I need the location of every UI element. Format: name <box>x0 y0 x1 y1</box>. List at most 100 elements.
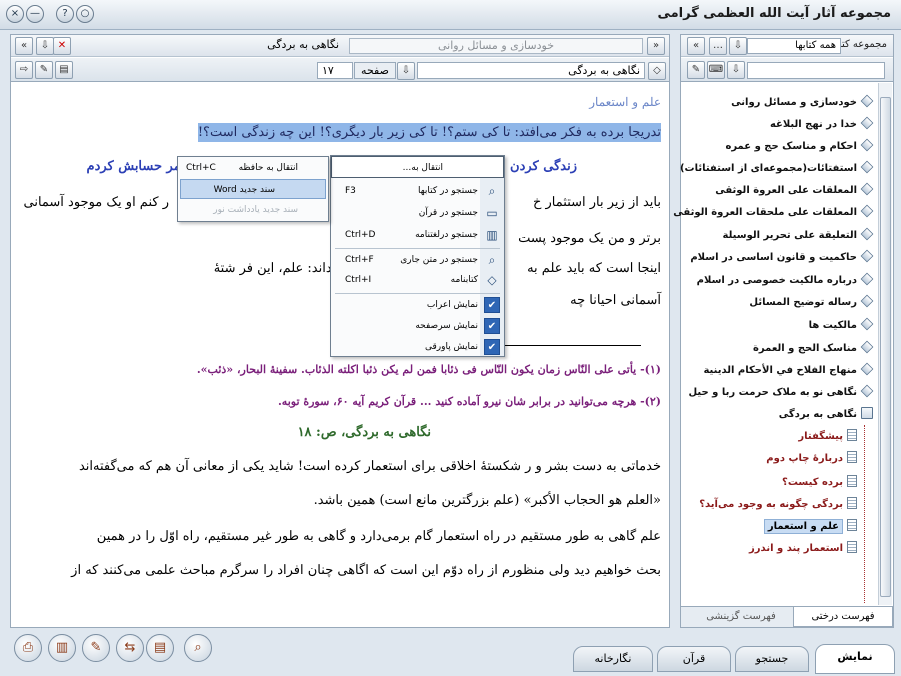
collapse-arrows-icon[interactable]: « <box>15 37 33 55</box>
layout-icon[interactable]: ▤ <box>55 61 73 79</box>
window-controls: × — ? ○ <box>6 5 94 23</box>
document-toolbar: ⇨ ✎ ▤ ۱۷ صفحه ⇩ نگاهی به بردگی ◇ <box>11 58 669 82</box>
menu-item-find-in-text[interactable]: ⌕ جستجو در متن جاری Ctrl+F <box>331 249 504 271</box>
book-icon <box>860 362 874 376</box>
minimize-icon[interactable]: — <box>26 5 44 23</box>
menu-item-move-to[interactable]: انتقال به... <box>331 156 504 178</box>
down-arrow-icon[interactable]: ⇩ <box>36 37 54 55</box>
note-icon[interactable]: ✎ <box>82 634 110 662</box>
text-line: باید از زیر بار استثمار خ <box>533 195 661 210</box>
text-line: آسمانی احیانا چه <box>570 293 661 308</box>
tree-child-item[interactable]: دربارهٔ چاپ دوم <box>766 449 857 469</box>
book-name-field[interactable]: نگاهی به بردگی <box>417 62 645 79</box>
tab-tree-index[interactable]: فهرست درختی <box>793 607 893 627</box>
menu-item-search-quran[interactable]: ▭ جستجو در قرآن <box>331 202 504 224</box>
section-heading: علم و استعمار <box>589 95 661 109</box>
tab-display[interactable]: نمایش <box>815 644 895 674</box>
book-icon <box>860 340 874 354</box>
print-icon[interactable]: ⎙ <box>14 634 42 662</box>
tools-icon[interactable]: ✎ <box>35 61 53 79</box>
tab-quran[interactable]: قرآن <box>657 646 731 672</box>
expand-arrows-icon[interactable]: » <box>647 37 665 55</box>
tree-item[interactable]: منهاج الفلاح في الأحكام الدينية <box>703 361 874 381</box>
tree-item[interactable]: استفتائات(مجموعه‌ای از استفتائات) <box>680 159 874 179</box>
page-number-input[interactable]: ۱۷ <box>317 62 353 79</box>
tree-item[interactable]: نگاهی نو به ملاک حرمت ربا و حیل <box>688 383 874 403</box>
tab-search[interactable]: جستجو <box>735 646 809 672</box>
menu-item-bibliography[interactable]: ◇ کتابنامه Ctrl+I <box>331 269 504 291</box>
book-icon <box>860 160 874 174</box>
tree-item[interactable]: رساله توضیح المسائل <box>749 293 874 313</box>
submenu-item-copy[interactable]: انتقال به حافظه Ctrl+C <box>180 158 326 178</box>
category-path: خودسازی و مسائل روانی <box>349 38 643 54</box>
document-icon <box>847 497 857 509</box>
settings-icon[interactable]: ○ <box>76 5 94 23</box>
menu-item-show-footnote[interactable]: ✔ نمایش پاورقی <box>331 336 504 358</box>
menu-item-show-diacritics[interactable]: ✔ نمایش اعراب <box>331 294 504 316</box>
tree-item[interactable]: المعلقات علی ملحقات العروة الوثقی <box>673 203 874 223</box>
submenu-item-new-note[interactable]: سند جدید یادداشت نور <box>180 200 326 220</box>
down-arrow-icon[interactable]: ⇩ <box>729 37 747 55</box>
tree-scrollbar[interactable] <box>878 83 892 605</box>
tree-item[interactable]: درباره مالکیت خصوصی در اسلام <box>697 271 874 291</box>
close-icon[interactable]: × <box>6 5 24 23</box>
tag-icon[interactable]: ◇ <box>648 62 666 80</box>
tree-child-item-selected[interactable]: علم و استعمار <box>763 517 857 537</box>
quran-icon: ▭ <box>486 206 498 220</box>
book-icon <box>860 272 874 286</box>
find-icon: ⌕ <box>488 253 496 267</box>
keyboard-icon[interactable]: ⌨ <box>707 61 725 79</box>
more-icon[interactable]: … <box>709 37 727 55</box>
document-icon <box>847 451 857 463</box>
tree-child-item[interactable]: استعمار پند و اندرز <box>749 539 857 559</box>
close-doc-icon[interactable]: ✕ <box>53 37 71 55</box>
tab-selective-index[interactable]: فهرست گزینشی <box>691 607 791 627</box>
search-icon: ⌕ <box>488 184 496 198</box>
tree-child-item[interactable]: برده کیست؟ <box>782 473 857 493</box>
tree-search-input[interactable] <box>747 62 885 79</box>
down-arrow-icon[interactable]: ⇩ <box>397 62 415 80</box>
tree-item[interactable]: مالکیت ها <box>809 316 874 336</box>
main-tabs: نمایش جستجو قرآن نگارخانه <box>350 644 901 676</box>
menu-item-search-dictionary[interactable]: ▥ جستجو درلغتنامه Ctrl+D <box>331 224 504 246</box>
down-arrow-icon[interactable]: ⇩ <box>727 61 745 79</box>
tree-item[interactable]: احکام و مناسک حج و عمره <box>725 137 874 157</box>
tab-gallery[interactable]: نگارخانه <box>573 646 653 672</box>
book-icon <box>860 294 874 308</box>
tree-item[interactable]: التعلیقة علی تحریر الوسیلة <box>723 226 874 246</box>
page-reference: نگاهی به بردگی، ص: ۱۸ <box>297 425 431 440</box>
books-icon[interactable]: ▥ <box>48 634 76 662</box>
tree-child-item[interactable]: بردگی چگونه به وجود می‌آید؟ <box>699 495 857 515</box>
tree-child-item[interactable]: پیشگفتار <box>798 427 857 447</box>
document-title: نگاهی به بردگی <box>267 38 339 51</box>
tree-tabs: فهرست درختی فهرست گزینشی <box>681 606 893 627</box>
selected-text[interactable]: تدریجا برده به فکر می‌افتد: تا کی ستم؟! … <box>197 123 661 142</box>
book-filter-dropdown[interactable]: همه کتابها <box>747 38 841 54</box>
title-bar: مجموعه آثار آیت الله العظمی گرامی × — ? … <box>0 0 901 30</box>
scroll-thumb[interactable] <box>880 97 891 597</box>
tree-item[interactable]: خودسازی و مسائل روانی <box>731 93 874 113</box>
tree-item[interactable]: حاکمیت و قانون اساسی در اسلام <box>690 248 874 268</box>
menu-item-show-header[interactable]: ✔ نمایش سرصفحه <box>331 315 504 337</box>
document-icon <box>847 475 857 487</box>
tree-item[interactable]: خدا در نهج البلاغه <box>770 115 874 135</box>
text-line: اینجا است که باید علم به <box>527 261 661 276</box>
tree-item[interactable]: مناسک الحج و العمرة <box>753 339 874 359</box>
submenu-item-new-word[interactable]: سند جدید Word <box>180 179 326 199</box>
help-icon[interactable]: ? <box>56 5 74 23</box>
book-icon <box>860 249 874 263</box>
book-icon <box>860 204 874 218</box>
menu-item-search-books[interactable]: ⌕ جستجو در کتابها F3 <box>331 180 504 202</box>
tree-item[interactable]: المعلقات علی العروة الوثقی <box>715 181 874 201</box>
footnote-2: (۲)- هرچه می‌توانید در برابر شان نیرو آم… <box>277 395 661 408</box>
tools-icon[interactable]: ✎ <box>687 61 705 79</box>
collapse-arrows-icon[interactable]: « <box>687 37 705 55</box>
layout-icon[interactable]: ▤ <box>146 634 174 662</box>
nav-arrow-icon[interactable]: ⇨ <box>15 61 33 79</box>
tree-item-open[interactable]: نگاهی به بردگی <box>779 405 873 425</box>
compare-icon[interactable]: ⇆ <box>116 634 144 662</box>
subheading-left: عمر حسابش کردم <box>86 159 189 174</box>
check-icon: ✔ <box>484 339 500 355</box>
document-header: « خودسازی و مسائل روانی نگاهی به بردگی »… <box>11 35 669 57</box>
search-icon[interactable]: ⌕ <box>184 634 212 662</box>
